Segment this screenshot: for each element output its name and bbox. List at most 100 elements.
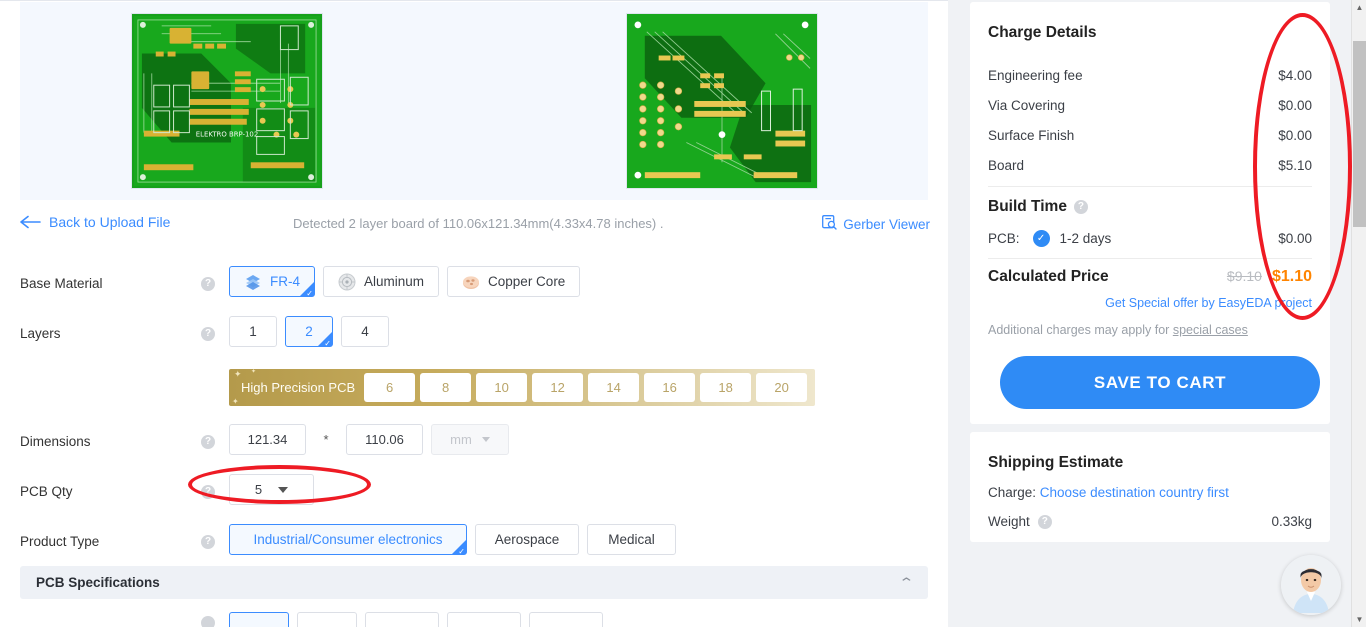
layers-option-14[interactable]: 14 [588, 373, 640, 402]
charge-items-list: Engineering fee $4.00 Via Covering $0.00… [988, 60, 1312, 180]
charges-divider [988, 186, 1312, 187]
spec-option[interactable] [229, 612, 289, 627]
check-circle-icon[interactable]: ✓ [1032, 230, 1050, 247]
support-agent-avatar[interactable] [1281, 555, 1341, 615]
charges-divider [988, 258, 1312, 259]
build-time-help-icon[interactable]: ? [1073, 200, 1088, 214]
layers-option-4[interactable]: 4 [341, 316, 389, 347]
svg-text:ELEKTRO BRP-102: ELEKTRO BRP-102 [196, 131, 258, 139]
layers-option-6[interactable]: 6 [364, 373, 416, 402]
detected-board-text: Detected 2 layer board of 110.06x121.34m… [293, 216, 664, 231]
form-row-base-material: Base Material ? FR-4 [0, 262, 948, 312]
hp-option-label: 16 [662, 380, 677, 395]
shipping-estimate-title: Shipping Estimate [988, 454, 1124, 471]
spec-option[interactable] [297, 612, 357, 627]
chevron-up-icon[interactable]: ⌃ [898, 575, 914, 591]
save-to-cart-button[interactable]: SAVE TO CART [1000, 356, 1320, 409]
product-type-option-medical[interactable]: Medical [587, 524, 676, 555]
layers-option-1[interactable]: 1 [229, 316, 277, 347]
hp-option-label: 10 [494, 380, 509, 395]
layers-option-8[interactable]: 8 [420, 373, 472, 402]
preview-links-row: Back to Upload File Detected 2 layer boa… [0, 214, 948, 244]
charge-details-title: Charge Details [988, 24, 1097, 41]
layers-label: Layers [20, 326, 61, 341]
top-divider [0, 0, 948, 1]
layers-option-18[interactable]: 18 [700, 373, 752, 402]
sparkle-icon: ✦ [232, 397, 239, 406]
product-type-option-industrial[interactable]: Industrial/Consumer electronics [229, 524, 467, 556]
page-scrollbar[interactable]: ▲ ▼ [1351, 0, 1366, 627]
build-time-title-wrap: Build Time ? [988, 198, 1088, 216]
hp-option-label: 8 [442, 380, 450, 395]
product-type-help-icon[interactable]: ? [201, 535, 215, 549]
charge-item-value: $0.00 [1278, 127, 1312, 143]
build-time-row-label: PCB: [988, 231, 1020, 246]
spec-option[interactable] [365, 612, 439, 627]
hp-option-label: 20 [774, 380, 789, 395]
scroll-down-arrow[interactable]: ▼ [1352, 612, 1366, 627]
gerber-viewer-label: Gerber Viewer [843, 216, 930, 232]
base-material-option-fr4[interactable]: FR-4 [229, 266, 315, 298]
base-material-option-aluminum[interactable]: Aluminum [323, 266, 440, 297]
layers-help-icon[interactable]: ? [201, 327, 215, 341]
special-offer-link[interactable]: Get Special offer by EasyEDA project [1105, 296, 1312, 310]
hp-option-label: 18 [718, 380, 733, 395]
high-precision-pcb-bar: ✦ ✦ ✦ High Precision PCB 6 8 10 12 14 16… [229, 369, 816, 406]
pcb-specifications-header[interactable]: PCB Specifications ⌃ [20, 566, 928, 599]
shipping-charge-row: Charge: Choose destination country first [988, 485, 1229, 500]
pcb-front-render: ELEKTRO BRP-102 [132, 14, 322, 188]
product-type-option-aerospace[interactable]: Aerospace [475, 524, 579, 555]
charge-item-label: Board [988, 157, 1025, 173]
pcb-qty-help-icon[interactable]: ? [201, 485, 215, 499]
special-cases-link[interactable]: special cases [1173, 323, 1248, 337]
spec-help-icon[interactable] [201, 616, 215, 627]
order-form: Base Material ? FR-4 [0, 262, 948, 570]
scrollbar-thumb[interactable] [1353, 41, 1366, 227]
spec-option-group [229, 612, 603, 627]
pcb-qty-select[interactable]: 5 [229, 474, 314, 505]
layers-option-16[interactable]: 16 [644, 373, 696, 402]
build-time-row: PCB: ✓ 1-2 days $0.00 [988, 230, 1312, 247]
charge-item-surface-finish: Surface Finish $0.00 [988, 120, 1312, 150]
pcb-front-image[interactable]: ELEKTRO BRP-102 [131, 13, 323, 189]
weight-help-icon[interactable]: ? [1037, 514, 1052, 529]
shipping-weight-label: Weight [988, 514, 1030, 529]
spec-option[interactable] [447, 612, 521, 627]
pcb-back-render [627, 14, 817, 188]
scroll-up-arrow[interactable]: ▲ [1352, 0, 1366, 15]
hp-option-label: 14 [606, 380, 621, 395]
back-to-upload-link[interactable]: Back to Upload File [20, 214, 170, 230]
additional-charges-prefix: Additional charges may apply for [988, 323, 1173, 337]
calculated-price-old-value: $9.10 [1226, 268, 1262, 284]
arrow-left-icon [20, 215, 42, 229]
base-material-help-icon[interactable]: ? [201, 277, 215, 291]
dimension-height-input[interactable] [346, 424, 423, 455]
pcb-back-image[interactable] [626, 13, 818, 189]
pcb-specifications-title: PCB Specifications [36, 575, 160, 590]
layers-option-2[interactable]: 2 [285, 316, 333, 348]
spec-option[interactable] [529, 612, 603, 627]
dimension-width-input[interactable] [229, 424, 306, 455]
choose-destination-link[interactable]: Choose destination country first [1040, 485, 1229, 500]
product-type-label: Product Type [20, 534, 100, 549]
aluminum-icon [338, 273, 356, 291]
charge-item-engineering-fee: Engineering fee $4.00 [988, 60, 1312, 90]
charge-item-via-covering: Via Covering $0.00 [988, 90, 1312, 120]
build-time-price: $0.00 [1278, 231, 1312, 246]
layers-option-12[interactable]: 12 [532, 373, 584, 402]
build-time-title: Build Time [988, 198, 1067, 215]
base-material-option-copper-core[interactable]: Copper Core [447, 266, 581, 297]
base-material-option-label: Aluminum [364, 274, 425, 289]
dimension-unit-select[interactable]: mm [431, 424, 509, 455]
dimensions-help-icon[interactable]: ? [201, 435, 215, 449]
charge-item-label: Surface Finish [988, 127, 1075, 143]
calculated-price-label: Calculated Price [988, 268, 1109, 285]
layers-options: 1 2 4 [229, 316, 389, 348]
base-material-option-label: FR-4 [270, 274, 300, 289]
dimension-unit-value: mm [450, 432, 472, 447]
charge-item-board: Board $5.10 [988, 150, 1312, 180]
layers-option-20[interactable]: 20 [756, 373, 808, 402]
pcb-order-page: ELEKTRO BRP-102 Back to Upload File Dete… [0, 0, 1366, 627]
layers-option-10[interactable]: 10 [476, 373, 528, 402]
gerber-viewer-link[interactable]: Gerber Viewer [822, 215, 930, 233]
